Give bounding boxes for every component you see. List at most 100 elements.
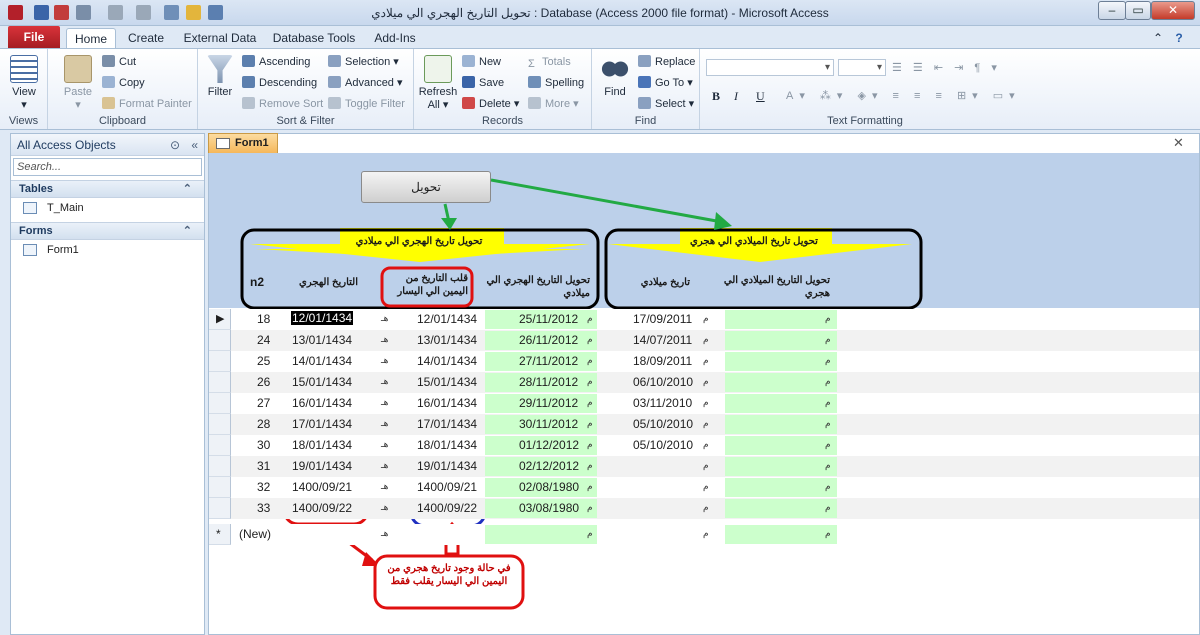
record-selector[interactable] (209, 435, 231, 456)
current-record-icon: ▶ (216, 313, 225, 325)
cell-flip[interactable]: 1400/09/21 (417, 480, 477, 494)
cell-flip[interactable]: 14/01/1434 (417, 354, 477, 368)
cell-conv-gh[interactable] (725, 436, 837, 455)
record-selector[interactable] (209, 414, 231, 435)
greg-suffix: م (587, 528, 593, 538)
cell-conv-hg[interactable]: 28/11/2012 (519, 375, 578, 389)
cell-hijri[interactable]: 1400/09/22 (292, 501, 352, 515)
hijri-suffix: هـ (381, 376, 389, 386)
greg-suffix: م (587, 439, 593, 449)
cell-conv-gh[interactable] (725, 415, 837, 434)
cell-conv-hg-bg[interactable] (485, 525, 597, 544)
table-row[interactable]: 26 15/01/1434 هـ 15/01/1434 28/11/2012 م… (209, 372, 1199, 393)
table-row[interactable]: 32 1400/09/21 هـ 1400/09/21 02/08/1980 م… (209, 477, 1199, 498)
record-selector[interactable]: * (209, 524, 231, 545)
cell-conv-hg[interactable]: 29/11/2012 (519, 396, 578, 410)
record-selector[interactable]: ▶ (209, 309, 231, 330)
table-row[interactable]: ▶ 18 12/01/1434 هـ 12/01/1434 25/11/2012… (209, 309, 1199, 330)
cell-n2[interactable]: 26 (257, 375, 270, 389)
record-selector[interactable] (209, 456, 231, 477)
cell-conv-hg[interactable]: 25/11/2012 (519, 312, 578, 326)
hijri-suffix: هـ (381, 460, 389, 470)
greg-suffix: م (825, 313, 831, 323)
cell-conv-hg[interactable]: 27/11/2012 (519, 354, 578, 368)
cell-hijri[interactable]: 13/01/1434 (292, 333, 352, 347)
cell-greg[interactable]: 06/10/2010 (633, 375, 693, 389)
cell-hijri[interactable]: 14/01/1434 (292, 354, 352, 368)
left-box-title: تحويل تاريخ الهجري الي ميلادي (355, 236, 483, 247)
cell-n2[interactable]: 28 (257, 417, 270, 431)
greg-suffix: م (825, 481, 831, 491)
table-row[interactable]: 30 18/01/1434 هـ 18/01/1434 01/12/2012 م… (209, 435, 1199, 456)
record-selector[interactable] (209, 477, 231, 498)
cell-hijri[interactable]: 15/01/1434 (292, 375, 352, 389)
table-row[interactable]: 33 1400/09/22 هـ 1400/09/22 03/08/1980 م… (209, 498, 1199, 519)
cell-conv-gh[interactable] (725, 373, 837, 392)
cell-hijri[interactable]: 19/01/1434 (292, 459, 352, 473)
cell-greg[interactable]: 03/11/2010 (633, 396, 692, 410)
table-row[interactable]: 27 16/01/1434 هـ 16/01/1434 29/11/2012 م… (209, 393, 1199, 414)
cell-conv-gh[interactable] (725, 394, 837, 413)
col-header-greg: تاريخ ميلادي (640, 277, 690, 288)
record-selector[interactable] (209, 498, 231, 519)
cell-n2[interactable]: 24 (257, 333, 270, 347)
cell-hijri[interactable]: 17/01/1434 (292, 417, 352, 431)
cell-n2[interactable]: 31 (257, 459, 270, 473)
cell-conv-hg[interactable]: 03/08/1980 (519, 501, 579, 515)
new-record-row[interactable]: * (New) هـ م م م (209, 524, 1199, 545)
cell-conv-gh[interactable] (725, 352, 837, 371)
col-header-hijri: التاريخ الهجري (299, 277, 358, 288)
cell-hijri[interactable]: 16/01/1434 (292, 396, 352, 410)
record-selector[interactable] (209, 351, 231, 372)
cell-n2[interactable]: 30 (257, 438, 270, 452)
cell-conv-gh[interactable] (725, 525, 837, 544)
greg-suffix: م (587, 418, 593, 428)
cell-n2[interactable]: 33 (257, 501, 270, 515)
cell-hijri[interactable]: 12/01/1434 (291, 311, 354, 325)
cell-greg[interactable]: 05/10/2010 (633, 417, 693, 431)
cell-n2[interactable]: 18 (257, 312, 270, 326)
cell-conv-hg[interactable]: 02/08/1980 (519, 480, 579, 494)
cell-n2[interactable]: 25 (257, 354, 270, 368)
cell-flip[interactable]: 1400/09/22 (417, 501, 477, 515)
cell-greg[interactable]: 14/07/2011 (633, 333, 692, 347)
table-row[interactable]: 25 14/01/1434 هـ 14/01/1434 27/11/2012 م… (209, 351, 1199, 372)
cell-conv-hg[interactable]: 01/12/2012 (519, 438, 579, 452)
record-selector[interactable] (209, 372, 231, 393)
cell-conv-gh[interactable] (725, 499, 837, 518)
cell-n2[interactable]: 27 (257, 396, 270, 410)
greg-suffix: م (825, 397, 831, 407)
greg-suffix: م (587, 502, 593, 512)
record-selector[interactable] (209, 393, 231, 414)
cell-conv-hg[interactable]: 26/11/2012 (519, 333, 578, 347)
cell-flip[interactable]: 19/01/1434 (417, 459, 477, 473)
greg-suffix: م (703, 334, 709, 344)
cell-hijri[interactable]: 1400/09/21 (292, 480, 352, 494)
cell-conv-gh[interactable] (725, 457, 837, 476)
cell-flip[interactable]: 12/01/1434 (417, 312, 477, 326)
cell-greg[interactable]: 18/09/2011 (633, 354, 692, 368)
cell-flip[interactable]: 18/01/1434 (417, 438, 477, 452)
cell-flip[interactable]: 16/01/1434 (417, 396, 477, 410)
cell-conv-hg[interactable]: 30/11/2012 (519, 417, 578, 431)
col-header-conv-hg: تحويل التاريخ الهجري الي ميلادي (486, 275, 590, 299)
convert-button[interactable]: تحويل (361, 171, 491, 203)
cell-flip[interactable]: 13/01/1434 (417, 333, 477, 347)
hijri-suffix: هـ (381, 355, 389, 365)
record-selector[interactable] (209, 330, 231, 351)
cell-flip[interactable]: 17/01/1434 (417, 417, 477, 431)
table-row[interactable]: 31 19/01/1434 هـ 19/01/1434 02/12/2012 م… (209, 456, 1199, 477)
cell-conv-hg[interactable]: 02/12/2012 (519, 459, 579, 473)
cell-conv-gh[interactable] (725, 310, 837, 329)
cell-greg[interactable]: 05/10/2010 (633, 438, 693, 452)
cell-conv-gh[interactable] (725, 331, 837, 350)
cell-flip[interactable]: 15/01/1434 (417, 375, 477, 389)
cell-greg[interactable]: 17/09/2011 (633, 312, 692, 326)
new-record-label: (New) (239, 527, 271, 541)
cell-hijri[interactable]: 18/01/1434 (292, 438, 352, 452)
table-row[interactable]: 24 13/01/1434 هـ 13/01/1434 26/11/2012 م… (209, 330, 1199, 351)
cell-conv-gh[interactable] (725, 478, 837, 497)
greg-suffix: م (587, 376, 593, 386)
cell-n2[interactable]: 32 (257, 480, 270, 494)
table-row[interactable]: 28 17/01/1434 هـ 17/01/1434 30/11/2012 م… (209, 414, 1199, 435)
